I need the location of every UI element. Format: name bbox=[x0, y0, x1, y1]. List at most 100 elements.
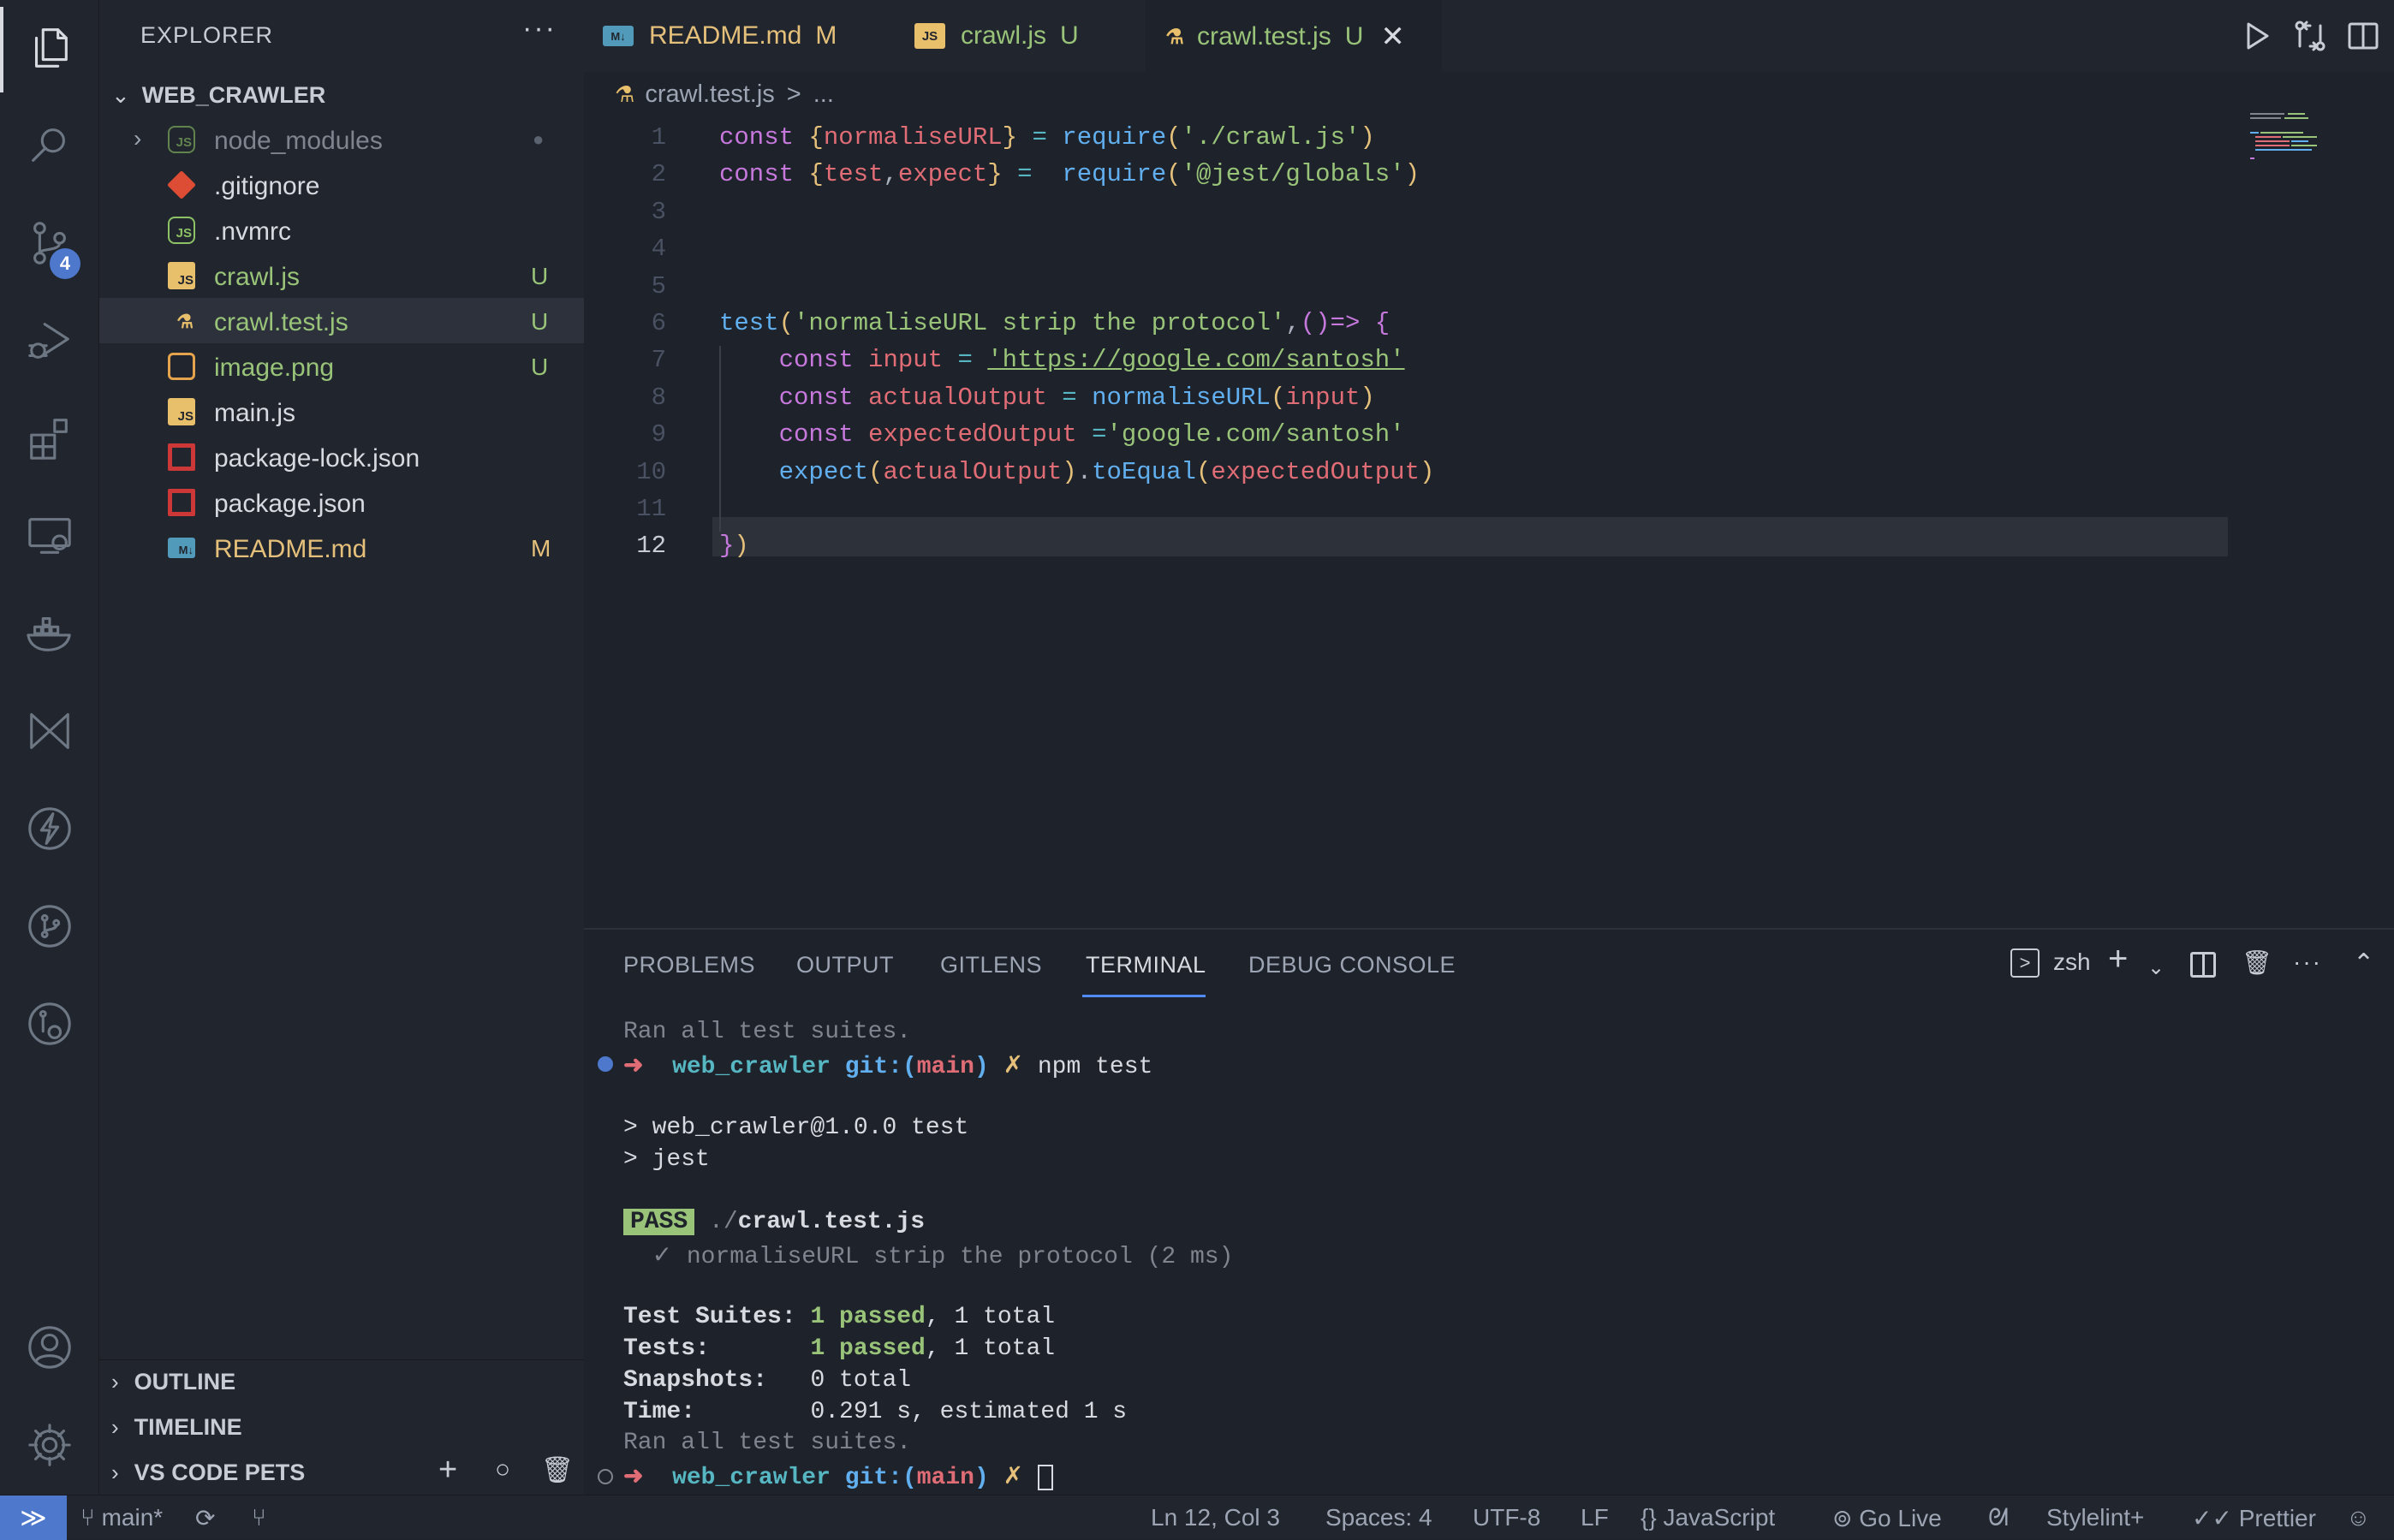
indentation[interactable]: Spaces: 4 bbox=[1325, 1504, 1432, 1531]
more-actions-icon[interactable]: ··· bbox=[522, 12, 557, 45]
git-graph-status-icon[interactable]: ⑂ bbox=[252, 1504, 266, 1531]
prettier-status[interactable]: ✓✓ Prettier bbox=[2192, 1504, 2316, 1532]
git-graph-icon[interactable] bbox=[15, 892, 84, 960]
trash-icon[interactable]: 🗑 bbox=[541, 1455, 574, 1485]
line-number: 6 bbox=[651, 309, 666, 337]
file-package-lock-json[interactable]: package-lock.json bbox=[99, 434, 584, 479]
code-line[interactable]: expect(actualOutput).toEqual(expectedOut… bbox=[719, 458, 1435, 486]
chevron-down-icon[interactable]: ⌄ bbox=[2147, 955, 2165, 980]
minimap[interactable] bbox=[2248, 111, 2334, 163]
npm-icon bbox=[168, 489, 195, 516]
workspace-folder[interactable]: ⌄ WEB_CRAWLER bbox=[99, 74, 584, 116]
tab-output[interactable]: OUTPUT bbox=[796, 952, 894, 978]
test-js-icon: ⚗ bbox=[1165, 25, 1184, 49]
trash-icon[interactable]: 🗑 bbox=[2242, 948, 2272, 977]
split-editor-icon[interactable] bbox=[2343, 15, 2384, 56]
tab-gitlens[interactable]: GITLENS bbox=[940, 952, 1042, 978]
explorer-icon[interactable] bbox=[15, 14, 84, 82]
add-pet-icon[interactable]: + bbox=[438, 1452, 457, 1489]
cursor-position[interactable]: Ln 12, Col 3 bbox=[1151, 1504, 1280, 1531]
line-number: 11 bbox=[636, 495, 666, 523]
chevron-right-icon: › bbox=[134, 125, 142, 152]
split-terminal-icon[interactable] bbox=[2190, 952, 2216, 978]
timeline-section[interactable]: › TIMELINE bbox=[99, 1405, 584, 1449]
branch-status[interactable]: ⑂ main* bbox=[80, 1504, 163, 1531]
run-debug-icon[interactable] bbox=[15, 306, 84, 375]
code-line[interactable]: const input = 'https://google.com/santos… bbox=[719, 346, 1405, 374]
terminal-line: Ran all test suites. bbox=[623, 1430, 912, 1456]
copilot-icon[interactable]: ᘛ bbox=[1988, 1504, 2009, 1532]
file-crawl-test-js[interactable]: ⚗ crawl.test.js U bbox=[99, 298, 584, 343]
markdown-icon: M↓ bbox=[603, 26, 634, 46]
shell-name[interactable]: zsh bbox=[2053, 948, 2091, 976]
chevron-right-icon: › bbox=[111, 1413, 119, 1440]
branch-icon: ⑂ bbox=[80, 1504, 95, 1531]
code-line[interactable]: }) bbox=[719, 532, 749, 560]
search-icon[interactable] bbox=[15, 111, 84, 180]
thunder-client-icon[interactable] bbox=[15, 794, 84, 863]
file-node-modules[interactable]: › JS node_modules ● bbox=[99, 116, 584, 162]
file-crawl-js[interactable]: JS crawl.js U bbox=[99, 253, 584, 298]
terminal-prompt-current[interactable]: ➜ web_crawler git:(main) ✗ bbox=[623, 1461, 1053, 1491]
file-image-png[interactable]: image.png U bbox=[99, 343, 584, 389]
accounts-icon[interactable] bbox=[15, 1313, 84, 1382]
image-icon bbox=[168, 353, 195, 380]
throw-ball-icon[interactable]: ○ bbox=[495, 1455, 510, 1484]
check-all-icon: ✓✓ bbox=[2192, 1505, 2232, 1531]
feedback-icon[interactable]: ☺ bbox=[2346, 1504, 2371, 1531]
code-line[interactable]: test('normaliseURL strip the protocol',(… bbox=[719, 309, 1390, 337]
file-readme-md[interactable]: M↓ README.md M bbox=[99, 525, 584, 570]
breadcrumb-separator: > bbox=[786, 80, 801, 108]
active-indicator bbox=[0, 7, 3, 92]
current-line-highlight bbox=[712, 517, 2228, 556]
code-line[interactable]: const expectedOutput ='google.com/santos… bbox=[719, 420, 1405, 449]
file-nvmrc[interactable]: JS .nvmrc bbox=[99, 207, 584, 253]
line-ending[interactable]: LF bbox=[1581, 1504, 1609, 1531]
docker-icon[interactable] bbox=[15, 599, 84, 668]
code-line[interactable]: const {test,expect} = require('@jest/glo… bbox=[719, 160, 1420, 188]
language-mode[interactable]: {} JavaScript bbox=[1641, 1504, 1775, 1531]
git-history-icon[interactable] bbox=[15, 990, 84, 1058]
remote-icon[interactable]: ≫ bbox=[0, 1495, 67, 1540]
sync-icon[interactable]: ⟳ bbox=[195, 1504, 215, 1532]
tab-problems[interactable]: PROBLEMS bbox=[623, 952, 755, 978]
stylelint-status[interactable]: Stylelint+ bbox=[2046, 1504, 2144, 1531]
line-number: 5 bbox=[651, 271, 666, 300]
command-pending-icon[interactable] bbox=[598, 1469, 613, 1484]
tab-terminal[interactable]: TERMINAL bbox=[1086, 952, 1206, 978]
test-js-icon: ⚗ bbox=[615, 80, 635, 107]
new-terminal-icon[interactable]: + bbox=[2108, 940, 2128, 978]
file-gitignore[interactable]: .gitignore bbox=[99, 162, 584, 207]
more-actions-icon[interactable]: ··· bbox=[2293, 948, 2322, 976]
file-main-js[interactable]: JS main.js bbox=[99, 389, 584, 434]
maximize-panel-icon[interactable]: ⌃ bbox=[2353, 948, 2374, 978]
git-icon bbox=[167, 170, 196, 199]
breadcrumb-symbols[interactable]: ... bbox=[813, 80, 834, 109]
extensions-icon[interactable] bbox=[15, 404, 84, 473]
encoding[interactable]: UTF-8 bbox=[1473, 1504, 1540, 1531]
remote-explorer-icon[interactable] bbox=[15, 502, 84, 570]
tab-crawl-js[interactable]: JS crawl.js U bbox=[914, 0, 1129, 72]
run-icon[interactable] bbox=[2236, 15, 2278, 56]
command-success-icon[interactable] bbox=[598, 1056, 613, 1072]
close-icon[interactable]: ✕ bbox=[1380, 20, 1405, 54]
go-live-button[interactable]: ⊚ Go Live bbox=[1832, 1504, 1942, 1532]
file-package-json[interactable]: package.json bbox=[99, 479, 584, 525]
code-editor[interactable]: 1 2 3 4 5 6 7 8 9 10 11 12 const {normaliseURL} = r… bbox=[584, 120, 2394, 925]
code-line[interactable]: const actualOutput = normaliseURL(input) bbox=[719, 384, 1375, 412]
tab-debug-console[interactable]: DEBUG CONSOLE bbox=[1248, 952, 1456, 978]
vscode-pets-section[interactable]: › VS CODE PETS + ○ 🗑 bbox=[99, 1450, 584, 1495]
tab-readme[interactable]: M↓ README.md M bbox=[603, 0, 860, 72]
outline-section[interactable]: › OUTLINE bbox=[99, 1359, 584, 1404]
compare-changes-icon[interactable] bbox=[2290, 15, 2331, 56]
explorer-sidebar: EXPLORER ··· ⌄ WEB_CRAWLER › JS node_mod… bbox=[99, 0, 584, 1495]
code-line[interactable]: const {normaliseURL} = require('./crawl.… bbox=[719, 123, 1375, 152]
tab-crawl-test-js[interactable]: ⚗ crawl.test.js U ✕ bbox=[1146, 0, 1442, 72]
breadcrumb-file[interactable]: crawl.test.js bbox=[645, 80, 774, 109]
gitlens-icon[interactable] bbox=[15, 697, 84, 765]
settings-gear-icon[interactable] bbox=[15, 1411, 84, 1479]
line-number: 7 bbox=[651, 346, 666, 375]
explorer-title: EXPLORER bbox=[140, 22, 274, 48]
terminal-cursor bbox=[1037, 1464, 1053, 1490]
scm-badge: 4 bbox=[50, 248, 80, 279]
